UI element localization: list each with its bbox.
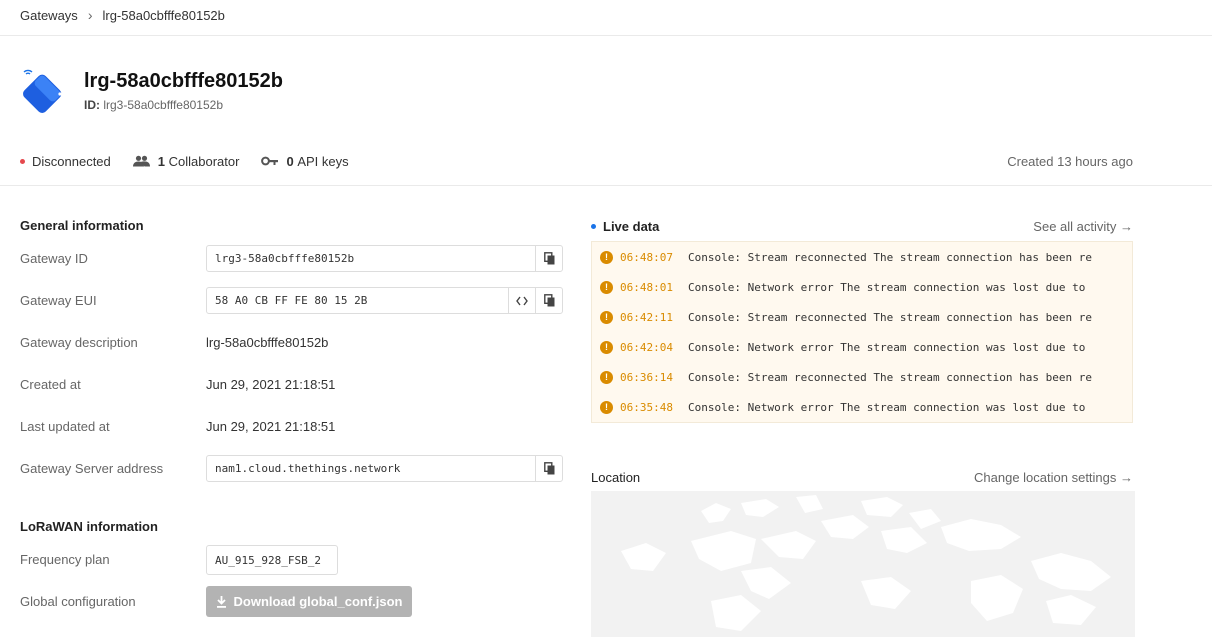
gateway-description-label: Gateway description	[20, 335, 138, 350]
warning-icon: !	[600, 250, 613, 264]
event-time: 06:48:01	[620, 280, 673, 294]
general-info-heading: General information	[20, 218, 144, 233]
live-event-row[interactable]: ! 06:42:11 Console: Stream reconnected The…	[592, 302, 1132, 332]
lorawan-info-heading: LoRaWAN information	[20, 519, 158, 534]
download-icon	[216, 596, 226, 608]
live-event-row[interactable]: ! 06:42:04 Console: Network error The stre…	[592, 332, 1132, 362]
see-all-activity-link[interactable]: See all activity →	[1033, 219, 1133, 234]
key-icon	[261, 156, 279, 166]
live-data-title: Live data	[591, 219, 659, 234]
connection-status-text: Disconnected	[32, 153, 111, 169]
breadcrumb-current: lrg-58a0cbfffe80152b	[102, 7, 225, 23]
download-global-conf-button[interactable]: Download global_conf.json	[206, 586, 412, 617]
copy-gateway-eui-button[interactable]	[535, 288, 562, 313]
location-header: Location Change location settings →	[591, 469, 1133, 485]
event-message: Console: Network error The stream connec…	[687, 340, 1086, 354]
api-keys-link[interactable]: 0 API keys	[261, 153, 349, 169]
warning-icon: !	[600, 280, 613, 294]
frequency-plan-label: Frequency plan	[20, 552, 110, 567]
gateway-description-value: lrg-58a0cbfffe80152b	[206, 335, 329, 350]
gateway-id-label: Gateway ID	[20, 251, 88, 266]
copy-icon	[543, 294, 554, 307]
server-address-label: Gateway Server address	[20, 461, 164, 476]
last-updated-value: Jun 29, 2021 21:18:51	[206, 419, 336, 434]
page-title: lrg-58a0cbfffe80152b	[84, 70, 283, 92]
event-time: 06:36:14	[620, 370, 673, 384]
event-message: Console: Network error The stream connec…	[687, 280, 1086, 294]
warning-icon: !	[600, 370, 613, 384]
frequency-plan-value[interactable]: AU_915_928_FSB_2	[206, 545, 338, 575]
id-prefix: ID:	[84, 98, 100, 112]
world-map-graphic	[621, 495, 1111, 631]
live-events-list: ! 06:48:07 Console: Stream reconnected The…	[591, 241, 1133, 423]
event-message: Console: Stream reconnected The stream c…	[687, 370, 1092, 384]
warning-icon: !	[600, 400, 613, 414]
warning-icon: !	[600, 340, 613, 354]
event-message: Console: Network error The stream connec…	[687, 400, 1086, 414]
created-at-label: Created at	[20, 377, 81, 392]
header-divider	[0, 35, 1212, 36]
download-global-conf-label: Download global_conf.json	[233, 594, 403, 609]
gateway-icon	[20, 64, 72, 120]
event-time: 06:35:48	[620, 400, 673, 414]
live-event-row[interactable]: ! 06:35:48 Console: Network error The stre…	[592, 392, 1132, 422]
api-keys-count: 0	[286, 153, 294, 169]
location-map[interactable]	[591, 491, 1135, 637]
live-indicator-icon	[591, 223, 596, 229]
api-keys-label: API keys	[297, 153, 349, 169]
copy-icon	[543, 252, 554, 265]
global-config-label: Global configuration	[20, 594, 136, 609]
id-value: lrg3-58a0cbfffe80152b	[103, 98, 224, 112]
gateway-eui-field: 58 A0 CB FF FE 80 15 2B	[206, 287, 563, 314]
chevron-right-icon: ›	[87, 7, 93, 23]
code-icon	[516, 296, 528, 305]
event-message: Console: Stream reconnected The stream c…	[687, 310, 1092, 324]
created-at-value: Jun 29, 2021 21:18:51	[206, 377, 336, 392]
gateway-id-subtitle: ID: lrg3-58a0cbfffe80152b	[84, 98, 223, 112]
breadcrumb-gateways-link[interactable]: Gateways	[20, 8, 78, 23]
breadcrumb: Gateways › lrg-58a0cbfffe80152b	[20, 6, 225, 24]
live-data-header: Live data See all activity →	[591, 218, 1133, 234]
toggle-byte-order-button[interactable]	[508, 288, 535, 313]
server-address-field: nam1.cloud.thethings.network	[206, 455, 563, 482]
live-event-row[interactable]: ! 06:48:01 Console: Network error The stre…	[592, 272, 1132, 302]
gateway-eui-label: Gateway EUI	[20, 293, 97, 308]
created-timestamp: Created 13 hours ago	[1007, 153, 1133, 169]
collaborators-link[interactable]: 1 Collaborator	[132, 153, 240, 169]
event-time: 06:42:04	[620, 340, 673, 354]
gateway-id-field: lrg3-58a0cbfffe80152b	[206, 245, 563, 272]
warning-icon: !	[600, 310, 613, 324]
copy-icon	[543, 462, 554, 475]
gateway-id-value[interactable]: lrg3-58a0cbfffe80152b	[207, 246, 535, 271]
change-location-settings-link[interactable]: Change location settings →	[974, 470, 1133, 485]
event-time: 06:42:11	[620, 310, 673, 324]
event-message: Console: Stream reconnected The stream c…	[687, 250, 1092, 264]
connection-status: Disconnected	[20, 154, 111, 169]
collaborators-count: 1	[157, 153, 166, 169]
people-icon	[132, 155, 150, 167]
copy-gateway-id-button[interactable]	[535, 246, 562, 271]
collaborators-label: Collaborator	[168, 153, 240, 169]
copy-server-address-button[interactable]	[535, 456, 562, 481]
status-dot-icon	[20, 158, 25, 164]
live-event-row[interactable]: ! 06:36:14 Console: Stream reconnected The…	[592, 362, 1132, 392]
server-address-value[interactable]: nam1.cloud.thethings.network	[207, 456, 535, 481]
section-divider	[0, 185, 1212, 186]
live-event-row[interactable]: ! 06:48:07 Console: Stream reconnected The…	[592, 242, 1132, 272]
live-data-title-text: Live data	[603, 218, 660, 234]
gateway-eui-value[interactable]: 58 A0 CB FF FE 80 15 2B	[207, 288, 508, 313]
last-updated-label: Last updated at	[20, 419, 110, 434]
event-time: 06:48:07	[620, 250, 673, 264]
status-bar: Disconnected 1 Collaborator 0 API keys C…	[20, 152, 1133, 170]
location-title: Location	[591, 469, 641, 485]
